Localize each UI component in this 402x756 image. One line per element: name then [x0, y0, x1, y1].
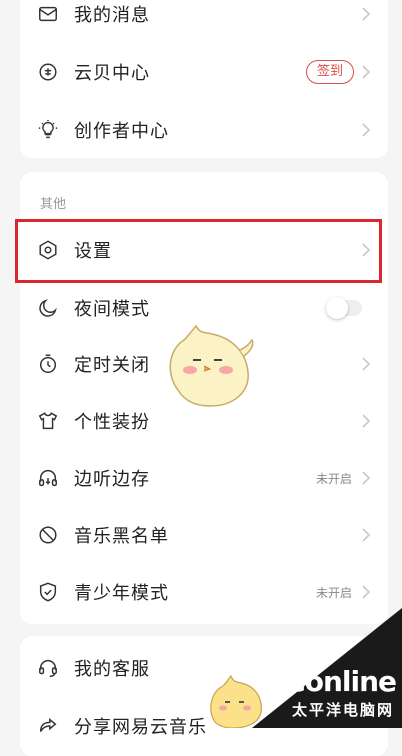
lightbulb-icon — [36, 118, 60, 142]
menu-item-blacklist[interactable]: 音乐黑名单 — [20, 507, 388, 563]
menu-item-label: 夜间模式 — [74, 299, 150, 320]
chevron-right-icon — [360, 582, 372, 602]
menu-item-label: 我的客服 — [74, 659, 150, 680]
night-mode-toggle[interactable] — [326, 297, 362, 319]
watermark-subtitle: 太平洋电脑网 — [291, 701, 394, 719]
moon-icon — [36, 296, 60, 320]
menu-item-creator-center[interactable]: 创作者中心 — [20, 102, 388, 158]
menu-item-label: 分享网易云音乐 — [74, 717, 207, 738]
chevron-right-icon — [360, 4, 372, 24]
chevron-right-icon — [360, 468, 372, 488]
headset-icon — [36, 656, 60, 680]
menu-item-label: 创作者中心 — [74, 121, 169, 142]
menu-item-label: 个性装扮 — [74, 412, 150, 433]
coin-icon — [36, 60, 60, 84]
menu-item-label: 定时关闭 — [74, 355, 150, 376]
chevron-right-icon — [360, 411, 372, 431]
chevron-right-icon — [360, 525, 372, 545]
menu-item-label: 边听边存 — [74, 469, 150, 490]
watermark-logo: PConline — [265, 665, 397, 698]
menu-item-label: 音乐黑名单 — [74, 526, 169, 547]
status-text: 未开启 — [315, 471, 352, 486]
chick-mascot-sticker — [169, 324, 254, 407]
chevron-right-icon — [360, 120, 372, 140]
menu-item-messages[interactable]: 我的消息 — [20, 0, 388, 42]
checkin-badge[interactable]: 签到 — [305, 60, 354, 84]
timer-icon — [36, 352, 60, 376]
shield-icon — [36, 580, 60, 604]
block-icon — [36, 523, 60, 547]
menu-item-yunbei[interactable]: 云贝中心 签到 — [20, 44, 388, 100]
menu-item-label: 云贝中心 — [74, 63, 150, 84]
toggle-knob — [326, 297, 348, 319]
share-icon — [36, 714, 60, 738]
mail-icon — [36, 2, 60, 26]
settings-highlight-box — [15, 219, 382, 283]
menu-item-listen-save[interactable]: 边听边存 未开启 — [20, 450, 388, 506]
chevron-right-icon — [360, 354, 372, 374]
section-title-other: 其他 — [40, 197, 67, 212]
status-text: 未开启 — [315, 585, 352, 600]
menu-item-label: 青少年模式 — [74, 583, 169, 604]
headphones-icon — [36, 466, 60, 490]
chevron-right-icon — [360, 62, 372, 82]
shirt-icon — [36, 409, 60, 433]
top-menu-card: 我的消息 云贝中心 签到 创作者中心 — [20, 0, 388, 158]
menu-item-label: 我的消息 — [74, 5, 150, 26]
